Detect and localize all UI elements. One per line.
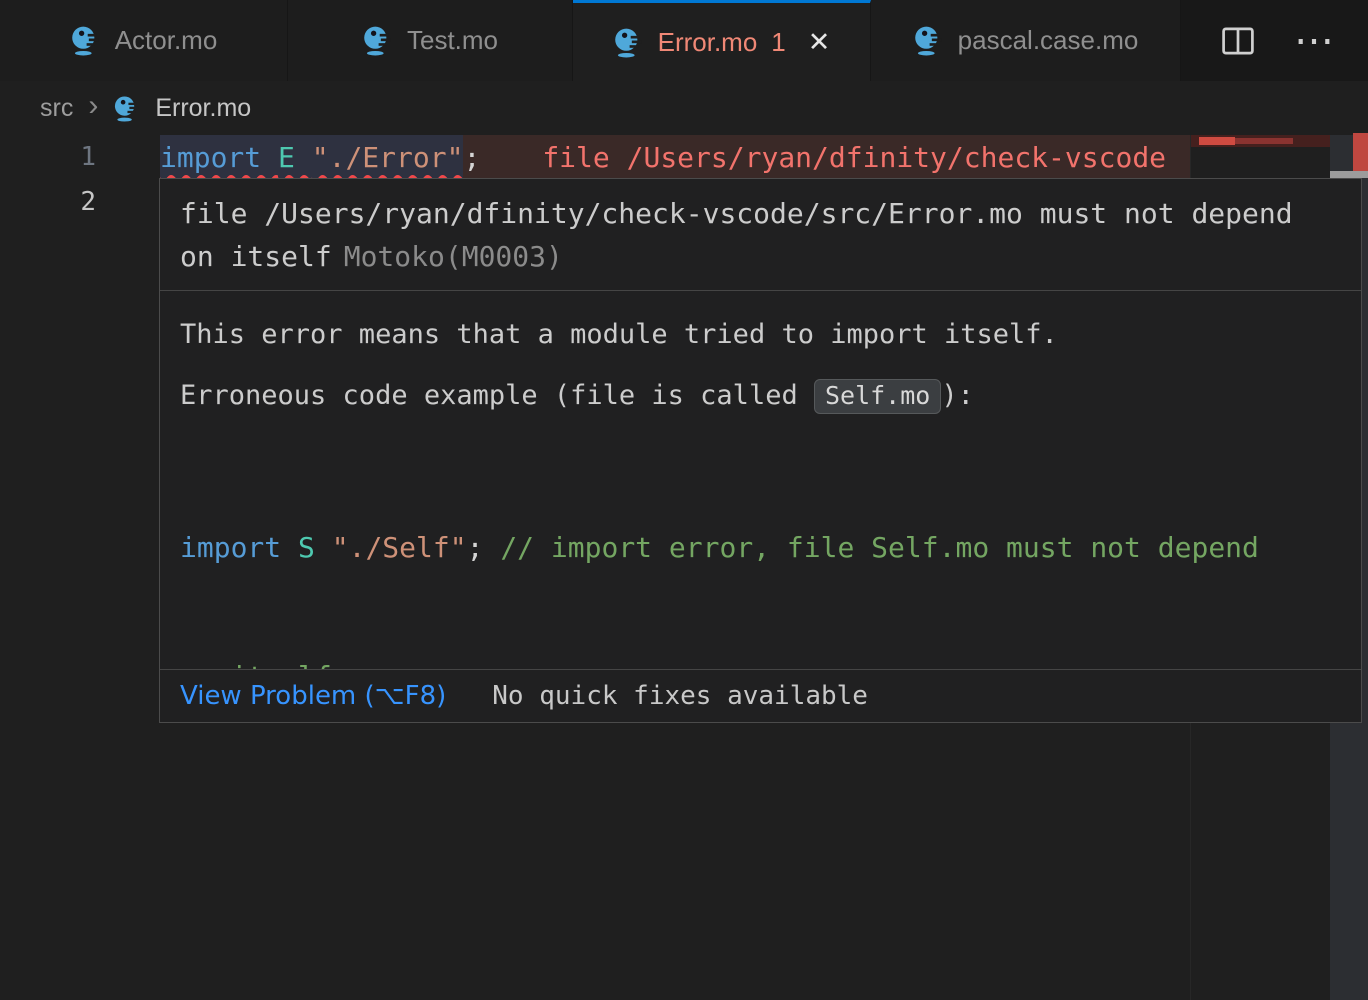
explanation-text: This error means that a module tried to … <box>180 318 1341 352</box>
errorlens-line-background: ; file /Users/ryan/dfinity/check-vscode <box>463 135 1190 180</box>
breadcrumb-file[interactable]: Error.mo <box>155 94 251 123</box>
code-block-line: import S "./Self"; // import error, file… <box>180 526 1341 569</box>
hover-markdown: This error means that a module tried to … <box>160 318 1361 723</box>
code-line-1[interactable]: 1 import E "./Error"; file /Users/ryan/df… <box>0 135 1368 180</box>
tab-error-active[interactable]: Error.mo 1 ✕ <box>573 0 871 81</box>
tab-label: pascal.case.mo <box>958 25 1139 56</box>
string-token: "./Error" <box>312 141 464 174</box>
line-number: 2 <box>0 180 160 225</box>
tab-label: Actor.mo <box>115 25 218 56</box>
example-intro: Erroneous code example (file is called S… <box>180 379 1341 413</box>
split-editor-icon[interactable] <box>1220 23 1256 59</box>
minimap-error-segment <box>1235 138 1293 144</box>
keyword-token: import <box>160 141 278 174</box>
breadcrumb-folder[interactable]: src <box>40 94 73 123</box>
breadcrumb: src › Error.mo <box>0 81 1368 135</box>
hover-divider <box>160 290 1361 291</box>
error-squiggle-range: import E "./Error" <box>160 135 463 180</box>
minimap-error-line <box>1191 135 1331 147</box>
example-intro-text: Erroneous code example (file is called <box>180 380 814 411</box>
motoko-file-icon <box>113 95 140 122</box>
editor: 1 import E "./Error"; file /Users/ryan/df… <box>0 135 1368 1000</box>
punctuation-token: ; <box>467 531 501 564</box>
tab-test[interactable]: Test.mo <box>288 0 573 81</box>
diagnostic-source: Motoko(M0003) <box>344 240 563 273</box>
motoko-file-icon <box>913 25 944 56</box>
identifier-token: S <box>298 531 332 564</box>
tab-bar: Actor.mo Test.mo Error.mo 1 ✕ <box>0 0 1368 81</box>
keyword-token: import <box>180 531 298 564</box>
tab-actor[interactable]: Actor.mo <box>0 0 288 81</box>
error-hover-widget: file /Users/ryan/dfinity/check-vscode/sr… <box>159 178 1362 723</box>
comment-token: // import error, file Self.mo must not d… <box>500 531 1259 564</box>
punctuation-token: ; <box>463 141 480 174</box>
minimap-error-segment <box>1199 137 1235 145</box>
editor-actions: ⋯ <box>1220 0 1368 81</box>
diagnostic-message: file /Users/ryan/dfinity/check-vscode/sr… <box>160 179 1361 290</box>
chevron-right-icon: › <box>88 89 98 123</box>
example-intro-text: ): <box>941 380 974 411</box>
motoko-file-icon <box>70 25 101 56</box>
line-number: 1 <box>0 135 160 180</box>
scrollbar-slider[interactable] <box>1330 171 1368 178</box>
tab-label: Test.mo <box>407 25 498 56</box>
problem-count-badge: 1 <box>771 27 785 58</box>
tab-label: Error.mo <box>658 27 758 58</box>
inline-code-chip: Self.mo <box>814 379 941 414</box>
motoko-file-icon <box>362 25 393 56</box>
close-icon[interactable]: ✕ <box>808 29 831 56</box>
more-actions-icon[interactable]: ⋯ <box>1294 21 1336 61</box>
hover-status-bar: View Problem (⌥F8) No quick fixes availa… <box>160 669 1361 722</box>
view-problem-link[interactable]: View Problem (⌥F8) <box>180 681 446 711</box>
tab-pascal-case[interactable]: pascal.case.mo <box>871 0 1181 81</box>
code-content: import E "./Error"; file /Users/ryan/dfin… <box>160 135 1190 180</box>
motoko-file-icon <box>613 27 644 58</box>
string-token: "./Self" <box>332 531 467 564</box>
no-quick-fixes-text: No quick fixes available <box>492 681 868 711</box>
identifier-token: E <box>278 141 312 174</box>
overview-ruler-error-marker <box>1353 133 1368 171</box>
inline-error-message: file /Users/ryan/dfinity/check-vscode <box>542 141 1166 174</box>
